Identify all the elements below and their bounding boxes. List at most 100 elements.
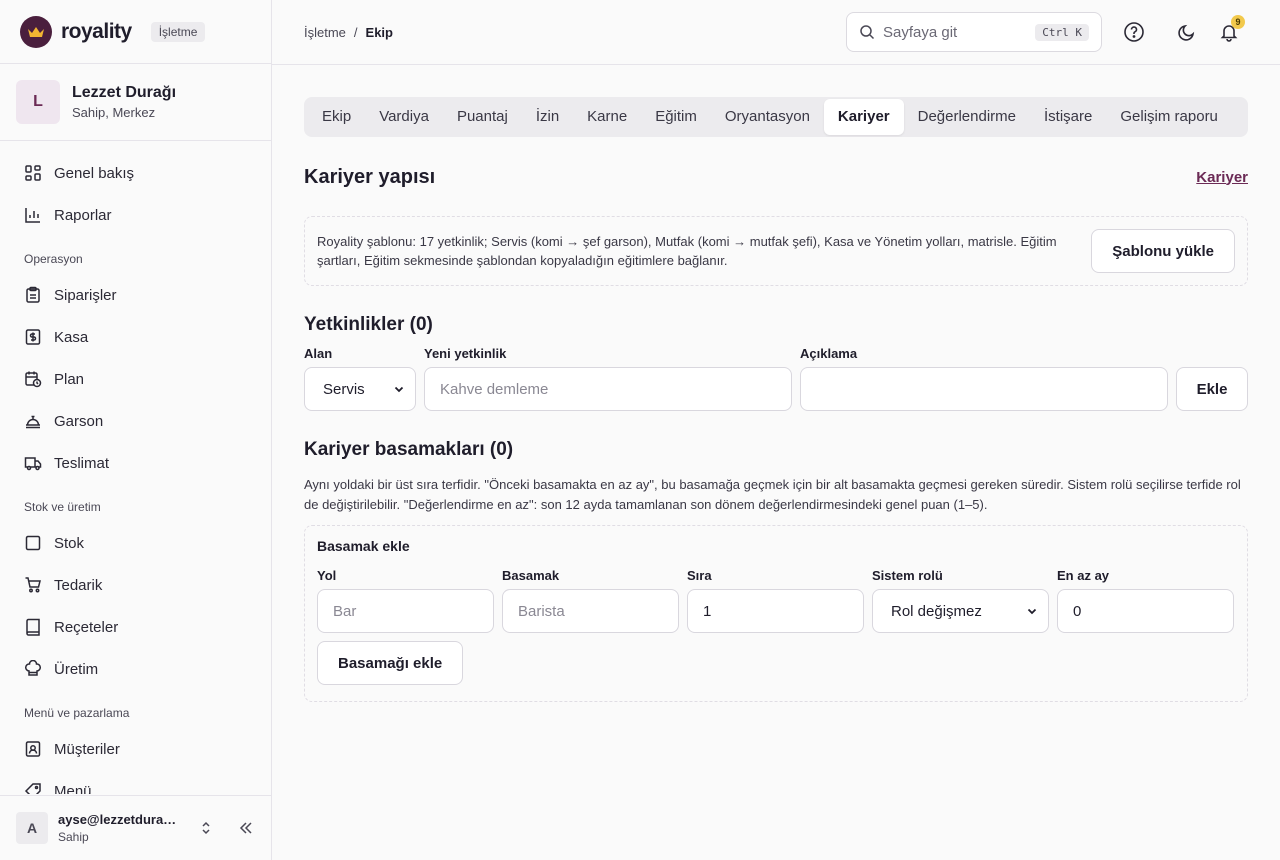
sidebar-item-label: Kasa [54,328,89,346]
sidebar-item-overview[interactable]: Genel bakış [0,152,271,194]
chevron-down-icon [1027,608,1037,615]
sidebar-item-orders[interactable]: Siparişler [0,274,271,316]
clipboard-icon [26,286,40,303]
sidebar-item-label: Raporlar [54,206,112,224]
search-input[interactable]: Sayfaya git Ctrl K [846,12,1102,52]
main-content: Ekip Vardiya Puantaj İzin Karne Eğitim O… [304,97,1248,702]
sidebar-item-delivery[interactable]: Teslimat [0,442,271,484]
sidebar-item-label: Reçeteler [54,618,119,636]
user-email: ayse@lezzetduragi.com [58,812,183,827]
sidebar-item-menu[interactable]: Menü [0,770,271,794]
calendar-clock-icon [25,371,42,388]
brand-name: royality [61,19,132,43]
sidebar-item-label: Garson [54,412,104,430]
dollar-receipt-icon [25,329,41,345]
sidebar-item-label: Üretim [54,660,99,678]
step-input[interactable]: Barista [502,589,679,633]
system-role-value: Rol değişmez [891,602,982,620]
step-label: Basamak [502,568,560,583]
breadcrumb-current: Ekip [365,24,393,40]
sidebar-item-reports[interactable]: Raporlar [0,194,271,236]
min-months-input[interactable]: 0 [1057,589,1234,633]
sidebar-item-customers[interactable]: Müşteriler [0,728,271,770]
tag-icon [24,783,41,794]
notification-badge: 9 [1231,15,1245,29]
sidebar-item-waiter[interactable]: Garson [0,400,271,442]
min-months-value: 0 [1073,602,1082,620]
tab-orientation[interactable]: Oryantasyon [711,99,824,135]
sidebar-item-label: Menü [54,782,92,795]
competencies-title: Yetkinlikler (0) [304,314,433,335]
breadcrumb-parent[interactable]: İşletme [304,25,346,40]
breadcrumb-separator: / [353,24,358,40]
area-select[interactable]: Servis [304,367,416,411]
path-input[interactable]: Bar [317,589,494,633]
cloche-icon [26,415,40,429]
chevron-up-down-icon[interactable] [199,821,213,835]
top-header: İşletme / Ekip Sayfaya git Ctrl K 9 [272,0,1280,65]
description-label: Açıklama [800,346,858,361]
tab-training[interactable]: Eğitim [641,99,711,135]
tab-career[interactable]: Kariyer [823,99,904,135]
grid-icon [25,165,41,181]
org-switcher[interactable]: L Lezzet Durağı Sahip, Merkez [0,64,271,141]
sidebar-item-label: Teslimat [54,454,110,472]
min-months-label: En az ay [1057,568,1110,583]
bar-chart-icon [25,208,40,223]
org-subtitle: Sahip, Merkez [72,105,156,120]
tab-leave[interactable]: İzin [522,99,573,135]
search-shortcut: Ctrl K [1035,23,1089,41]
order-value: 1 [703,602,712,620]
order-label: Sıra [687,568,712,583]
sidebar-item-cashier[interactable]: Kasa [0,316,271,358]
sidebar-item-label: Müşteriler [54,740,120,758]
career-link[interactable]: Kariyer [1196,169,1248,186]
template-description: Royality şablonu: 17 yetkinlik; Servis (… [317,234,1057,268]
tab-development-report[interactable]: Gelişim raporu [1106,99,1232,135]
system-role-select[interactable]: Rol değişmez [872,589,1049,633]
search-placeholder: Sayfaya git [883,23,958,41]
nav-section-stock: Stok ve üretim [24,500,101,514]
book-icon [26,618,40,636]
page-title: Kariyer yapısı [304,165,436,188]
sidebar-nav: Genel bakış Raporlar Operasyon Siparişle… [0,152,271,794]
add-step-button[interactable]: Basamağı ekle [317,641,464,685]
add-competency-button[interactable]: Ekle [1176,367,1248,411]
sidebar-item-production[interactable]: Üretim [0,648,271,690]
brand[interactable]: royality İşletme [0,0,271,64]
step-placeholder: Barista [518,602,565,620]
crown-logo-icon [20,15,52,48]
contact-icon [25,741,41,757]
avatar: A [16,812,48,844]
load-template-button[interactable]: Şablonu yükle [1091,229,1235,273]
tab-scorecard[interactable]: Karne [573,99,641,135]
brand-badge: İşletme [150,21,206,42]
area-select-value: Servis [323,380,365,398]
breadcrumb: İşletme / Ekip [304,25,393,40]
sidebar-item-label: Siparişler [54,286,117,304]
order-input[interactable]: 1 [687,589,864,633]
system-role-label: Sistem rolü [872,568,943,583]
dark-mode-icon[interactable] [1175,20,1199,44]
tab-consultation[interactable]: İstişare [1030,99,1106,135]
user-menu[interactable]: A ayse@lezzetduragi.com Sahip [0,795,271,860]
search-icon [860,25,875,40]
new-competency-label: Yeni yetkinlik [424,346,507,361]
sidebar-item-label: Stok [54,534,85,552]
sidebar-item-recipes[interactable]: Reçeteler [0,606,271,648]
truck-icon [24,457,42,471]
new-competency-input[interactable]: Kahve demleme [424,367,792,411]
help-icon[interactable] [1122,20,1146,44]
sidebar-item-label: Tedarik [54,576,103,594]
sidebar-item-plan[interactable]: Plan [0,358,271,400]
tab-bar: Ekip Vardiya Puantaj İzin Karne Eğitim O… [304,97,1248,137]
tab-team[interactable]: Ekip [308,99,365,135]
tab-timesheet[interactable]: Puantaj [443,99,522,135]
tab-evaluation[interactable]: Değerlendirme [904,99,1030,135]
sidebar-item-supply[interactable]: Tedarik [0,564,271,606]
description-input[interactable] [800,367,1168,411]
collapse-sidebar-icon[interactable] [237,819,255,837]
tab-shift[interactable]: Vardiya [365,99,443,135]
sidebar-item-stock[interactable]: Stok [0,522,271,564]
bell-icon[interactable]: 9 [1217,15,1245,44]
